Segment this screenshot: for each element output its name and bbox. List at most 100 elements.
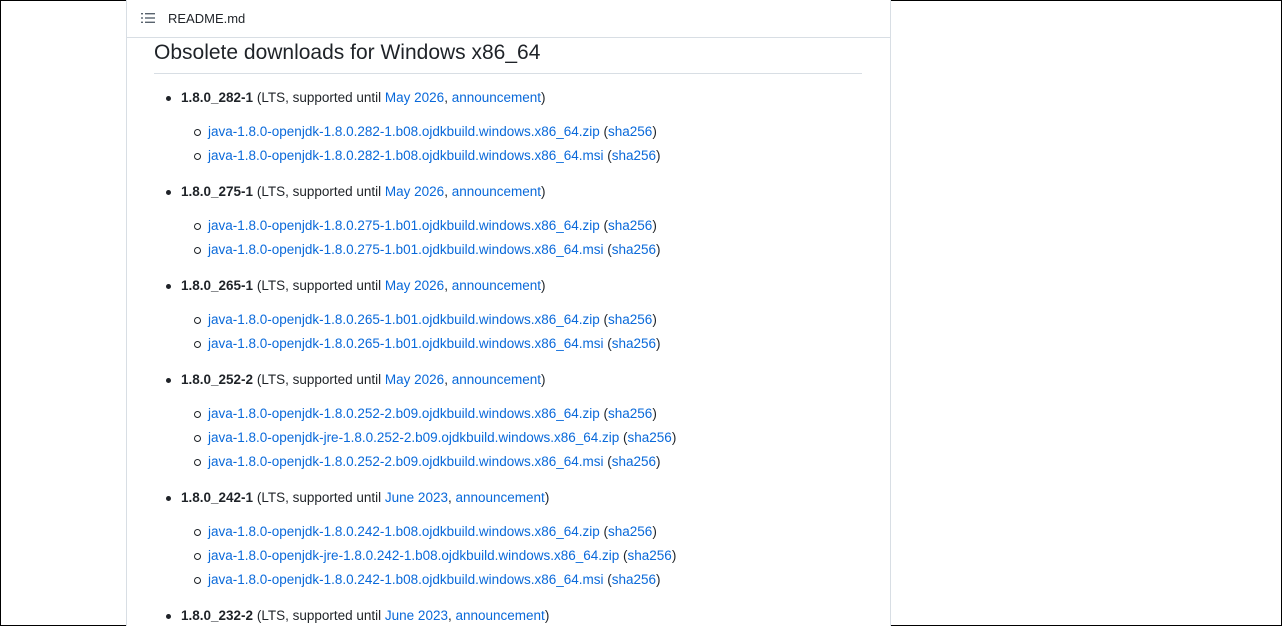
version-line: 1.8.0_275-1 (LTS, supported until May 20…: [154, 180, 862, 204]
sha256-link[interactable]: sha256: [628, 548, 672, 563]
file-item: java-1.8.0-openjdk-1.8.0.282-1.b08.ojdkb…: [154, 144, 862, 168]
support-text: (LTS, supported until: [256, 490, 385, 505]
paren-open: (: [599, 524, 609, 539]
sha256-link[interactable]: sha256: [608, 312, 652, 327]
sha256-link[interactable]: sha256: [628, 430, 672, 445]
announcement-link[interactable]: announcement: [452, 278, 541, 293]
version-item: 1.8.0_275-1 (LTS, supported until May 20…: [154, 180, 862, 262]
file-item: java-1.8.0-openjdk-1.8.0.265-1.b01.ojdkb…: [154, 332, 862, 356]
paren-close: ): [652, 524, 657, 539]
sha256-link[interactable]: sha256: [608, 406, 652, 421]
paren-open: (: [599, 406, 609, 421]
version-item: 1.8.0_265-1 (LTS, supported until May 20…: [154, 274, 862, 356]
support-date-link[interactable]: June 2023: [385, 490, 448, 505]
version-name: 1.8.0_252-2: [181, 372, 254, 387]
file-item: java-1.8.0-openjdk-1.8.0.252-2.b09.ojdkb…: [154, 402, 862, 426]
download-link[interactable]: java-1.8.0-openjdk-1.8.0.282-1.b08.ojdkb…: [208, 124, 600, 139]
announcement-link[interactable]: announcement: [455, 608, 544, 623]
sha256-link[interactable]: sha256: [612, 454, 656, 469]
download-link[interactable]: java-1.8.0-openjdk-1.8.0.265-1.b01.ojdkb…: [208, 312, 600, 327]
download-link[interactable]: java-1.8.0-openjdk-jre-1.8.0.252-2.b09.o…: [208, 430, 619, 445]
paren-close: ): [652, 312, 657, 327]
paren-close: ): [671, 430, 677, 445]
version-name: 1.8.0_282-1: [181, 90, 254, 105]
paren-close: ): [652, 218, 657, 233]
paren-open: (: [599, 124, 609, 139]
file-item: java-1.8.0-openjdk-1.8.0.275-1.b01.ojdkb…: [154, 214, 862, 238]
paren-open: (: [619, 548, 628, 563]
support-text: (LTS, supported until: [256, 608, 385, 623]
file-item: java-1.8.0-openjdk-1.8.0.265-1.b01.ojdkb…: [154, 308, 862, 332]
paren-close: ): [671, 548, 677, 563]
download-link[interactable]: java-1.8.0-openjdk-1.8.0.275-1.b01.ojdkb…: [208, 242, 604, 257]
version-line: 1.8.0_252-2 (LTS, supported until May 20…: [154, 368, 862, 392]
paren-close: ): [656, 454, 661, 469]
file-item: java-1.8.0-openjdk-1.8.0.275-1.b01.ojdkb…: [154, 238, 862, 262]
file-list: java-1.8.0-openjdk-1.8.0.282-1.b08.ojdkb…: [154, 110, 862, 168]
version-line: 1.8.0_282-1 (LTS, supported until May 20…: [154, 86, 862, 110]
announcement-link[interactable]: announcement: [452, 372, 541, 387]
separator: ,: [444, 184, 452, 199]
sha256-link[interactable]: sha256: [612, 336, 656, 351]
paren-close: ): [652, 124, 657, 139]
file-item: java-1.8.0-openjdk-1.8.0.242-1.b08.ojdkb…: [154, 568, 862, 592]
close-paren: ): [541, 90, 546, 105]
sha256-link[interactable]: sha256: [608, 124, 652, 139]
download-link[interactable]: java-1.8.0-openjdk-1.8.0.275-1.b01.ojdkb…: [208, 218, 600, 233]
sha256-link[interactable]: sha256: [612, 572, 656, 587]
download-link[interactable]: java-1.8.0-openjdk-1.8.0.252-2.b09.ojdkb…: [208, 406, 600, 421]
sha256-link[interactable]: sha256: [608, 218, 652, 233]
file-list: java-1.8.0-openjdk-1.8.0.265-1.b01.ojdkb…: [154, 298, 862, 356]
readme-content: Obsolete downloads for Windows x86_64 1.…: [154, 40, 862, 628]
file-item: java-1.8.0-openjdk-jre-1.8.0.252-2.b09.o…: [154, 426, 862, 450]
file-list: java-1.8.0-openjdk-1.8.0.252-2.b09.ojdkb…: [154, 392, 862, 474]
sha256-link[interactable]: sha256: [612, 148, 656, 163]
paren-open: (: [603, 572, 612, 587]
download-link[interactable]: java-1.8.0-openjdk-1.8.0.252-2.b09.ojdkb…: [208, 454, 604, 469]
version-line: 1.8.0_265-1 (LTS, supported until May 20…: [154, 274, 862, 298]
close-paren: ): [544, 608, 550, 623]
file-list: java-1.8.0-openjdk-1.8.0.242-1.b08.ojdkb…: [154, 510, 862, 592]
support-date-link[interactable]: June 2023: [385, 608, 448, 623]
support-date-link[interactable]: May 2026: [385, 372, 444, 387]
paren-open: (: [599, 218, 609, 233]
file-item: java-1.8.0-openjdk-1.8.0.282-1.b08.ojdkb…: [154, 120, 862, 144]
section-heading: Obsolete downloads for Windows x86_64: [154, 40, 862, 74]
download-link[interactable]: java-1.8.0-openjdk-jre-1.8.0.242-1.b08.o…: [208, 548, 619, 563]
download-link[interactable]: java-1.8.0-openjdk-1.8.0.242-1.b08.ojdkb…: [208, 524, 600, 539]
support-text: (LTS, supported until: [256, 278, 385, 293]
version-name: 1.8.0_265-1: [181, 278, 254, 293]
version-item: 1.8.0_282-1 (LTS, supported until May 20…: [154, 86, 862, 168]
support-text: (LTS, supported until: [256, 184, 385, 199]
close-paren: ): [541, 278, 546, 293]
readme-title: README.md: [168, 11, 246, 26]
version-item: 1.8.0_232-2 (LTS, supported until June 2…: [154, 604, 862, 628]
separator: ,: [444, 372, 452, 387]
file-item: java-1.8.0-openjdk-jre-1.8.0.242-1.b08.o…: [154, 544, 862, 568]
paren-open: (: [603, 148, 612, 163]
announcement-link[interactable]: announcement: [452, 90, 541, 105]
sha256-link[interactable]: sha256: [608, 524, 652, 539]
version-item: 1.8.0_242-1 (LTS, supported until June 2…: [154, 486, 862, 592]
support-date-link[interactable]: May 2026: [385, 184, 444, 199]
support-date-link[interactable]: May 2026: [385, 278, 444, 293]
close-paren: ): [541, 372, 546, 387]
support-date-link[interactable]: May 2026: [385, 90, 444, 105]
version-name: 1.8.0_242-1: [181, 490, 254, 505]
readme-header: README.md: [127, 0, 890, 38]
download-link[interactable]: java-1.8.0-openjdk-1.8.0.265-1.b01.ojdkb…: [208, 336, 604, 351]
table-of-contents-icon[interactable]: [141, 12, 155, 24]
download-link[interactable]: java-1.8.0-openjdk-1.8.0.242-1.b08.ojdkb…: [208, 572, 604, 587]
close-paren: ): [544, 490, 550, 505]
paren-open: (: [599, 312, 609, 327]
version-name: 1.8.0_232-2: [181, 608, 254, 623]
sha256-link[interactable]: sha256: [612, 242, 656, 257]
announcement-link[interactable]: announcement: [452, 184, 541, 199]
paren-close: ): [652, 406, 657, 421]
version-name: 1.8.0_275-1: [181, 184, 254, 199]
version-line: 1.8.0_242-1 (LTS, supported until June 2…: [154, 486, 862, 510]
separator: ,: [444, 90, 452, 105]
download-link[interactable]: java-1.8.0-openjdk-1.8.0.282-1.b08.ojdkb…: [208, 148, 604, 163]
file-item: java-1.8.0-openjdk-1.8.0.252-2.b09.ojdkb…: [154, 450, 862, 474]
announcement-link[interactable]: announcement: [455, 490, 544, 505]
